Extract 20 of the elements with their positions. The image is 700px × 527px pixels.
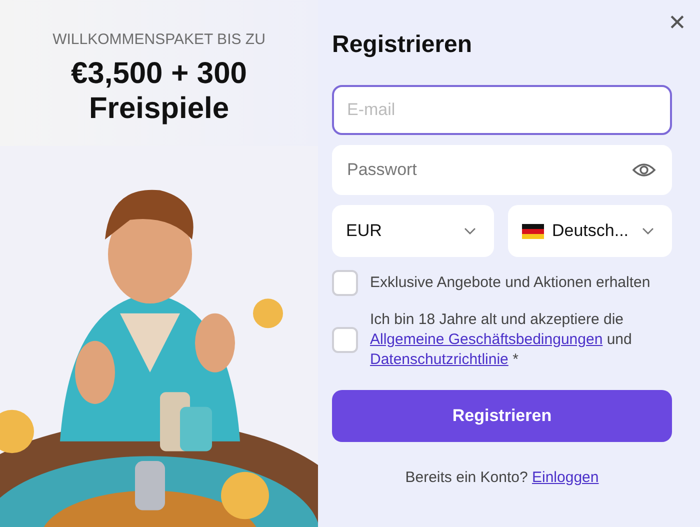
register-button[interactable]: Registrieren	[332, 390, 672, 442]
link[interactable]: Datenschutzrichtlinie	[370, 351, 508, 368]
password-field[interactable]: Passwort	[332, 145, 672, 195]
checkbox-label: Ich bin 18 Jahre alt und akzeptiere die Allgemeine Geschäftsbedingungen und Datenschutzrichtlinie *	[370, 310, 633, 370]
chevron-down-icon	[642, 227, 654, 235]
login-prompt: Bereits ein Konto? Einloggen	[404, 469, 600, 486]
checkbox[interactable]	[332, 270, 358, 296]
currency-select[interactable]: EUR	[332, 205, 494, 257]
link[interactable]: Allgemeine Geschäftsbedingungen	[370, 331, 603, 348]
language-select[interactable]: Deutsch...	[508, 205, 672, 257]
login-link[interactable]: Einloggen	[532, 469, 599, 486]
checkbox-label: Exklusive Angebote und Aktionen erhalten	[370, 273, 650, 293]
promo-headline: €3,500 + 300 Freispiele	[70, 56, 247, 126]
close-button[interactable]: ✕	[662, 8, 692, 38]
chevron-down-icon	[464, 227, 476, 235]
email-field[interactable]: E-mail	[332, 85, 672, 135]
promo-subtitle: WILLKOMMENSPAKET BIS ZU	[52, 31, 266, 48]
checkbox[interactable]	[332, 327, 358, 353]
form-title: Registrieren	[332, 31, 474, 60]
germany-flag-icon	[522, 224, 544, 238]
